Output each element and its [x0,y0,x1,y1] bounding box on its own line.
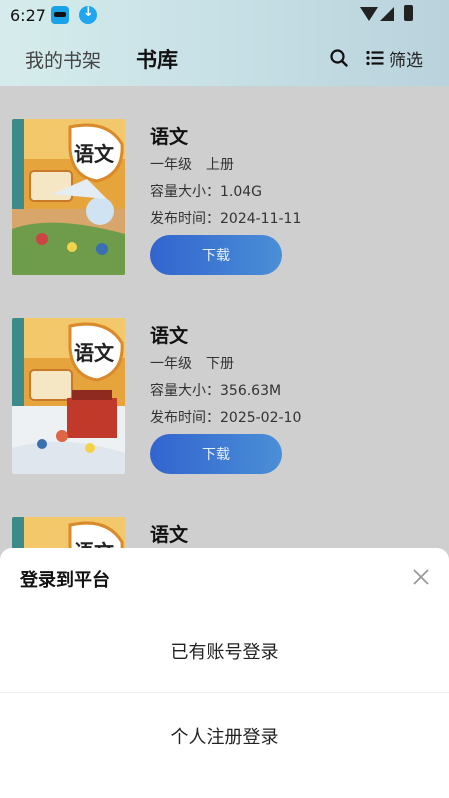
close-icon[interactable] [412,568,430,586]
book-grade: 一年级 下册 [150,356,234,372]
wifi-icon [360,7,378,21]
status-bar: 6:27 [0,0,449,30]
download-button[interactable]: 下载 [150,235,282,275]
login-bottom-sheet: 登录到平台 已有账号登录 个人注册登录 [0,548,449,798]
sheet-title: 登录到平台 [20,570,110,591]
search-icon[interactable] [330,49,348,67]
book-item[interactable]: 语文 语文 一年级 下册 容量大小：356.63M 发布时间：2025-02-1… [0,318,449,518]
svg-text:语文: 语文 [74,142,115,166]
book-cover-image: 语文 [12,517,125,549]
app-notification-icon [51,6,69,24]
tab-library[interactable]: 书库 [136,44,178,74]
top-bar: 6:27 我的书架 书库 筛选 [0,0,449,86]
nav-bar: 我的书架 书库 筛选 [0,40,449,76]
filter-button[interactable]: 筛选 [366,47,423,71]
personal-register-login-button[interactable]: 个人注册登录 [0,706,449,766]
svg-text:语文: 语文 [74,341,115,365]
download-notification-icon [79,5,97,24]
book-cover-image: 语文 [12,318,125,474]
signal-icon [380,7,394,21]
divider [0,692,449,693]
book-size: 容量大小：1.04G [150,184,263,200]
status-time: 6:27 [10,6,46,25]
battery-icon [404,5,413,21]
filter-label: 筛选 [389,50,423,71]
book-title: 语文 [150,325,189,347]
book-grade: 一年级 上册 [150,157,234,173]
tab-my-shelf[interactable]: 我的书架 [25,46,101,73]
book-item[interactable]: 语文 语文 [0,517,449,549]
book-release-date: 发布时间：2025-02-10 [150,410,302,426]
book-release-date: 发布时间：2024-11-11 [150,211,302,227]
list-icon [366,50,384,66]
book-title: 语文 [150,126,189,148]
download-button[interactable]: 下载 [150,434,282,474]
book-item[interactable]: 语文 语文 一年级 上册 容量大小：1.04G 发布时间：2024-11-11 … [0,119,449,319]
book-title: 语文 [150,524,189,546]
book-cover-image: 语文 [12,119,125,275]
existing-account-login-button[interactable]: 已有账号登录 [0,621,449,681]
book-size: 容量大小：356.63M [150,383,282,399]
